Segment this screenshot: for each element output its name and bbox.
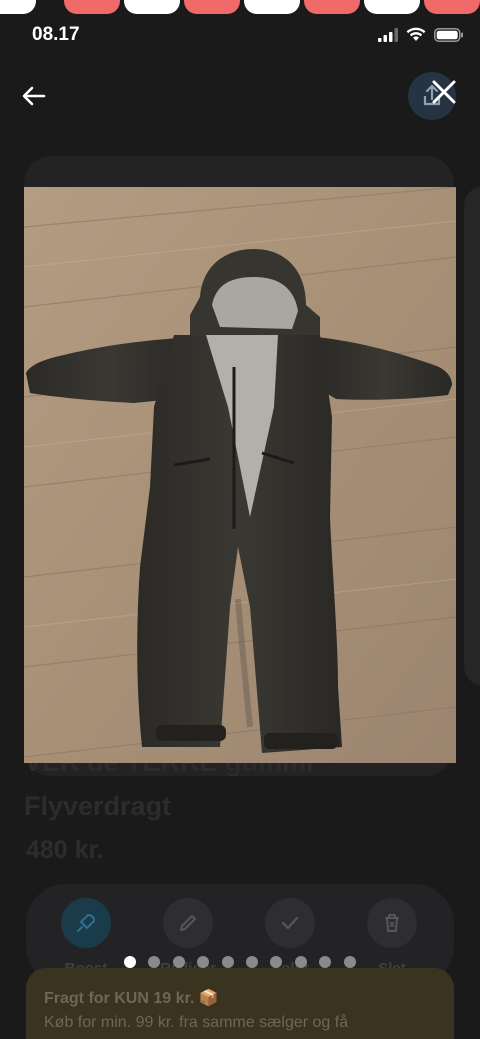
listing-title-line2: Flyverdragt xyxy=(24,791,172,821)
status-bar: 08.17 xyxy=(0,22,480,50)
gallery-page-dot[interactable] xyxy=(172,956,185,968)
next-card-peek xyxy=(464,186,480,686)
promo-body: Køb for min. 99 kr. fra samme sælger og … xyxy=(44,1014,349,1031)
snowsuit-image xyxy=(24,187,456,763)
story-indicator xyxy=(64,0,120,14)
battery-icon xyxy=(434,27,463,42)
cellular-signal-icon xyxy=(378,27,398,42)
edit-circle xyxy=(163,898,213,948)
product-photo[interactable] xyxy=(24,187,456,763)
check-icon xyxy=(281,916,299,930)
gallery-page-dot[interactable] xyxy=(343,956,356,968)
gallery-page-dot[interactable] xyxy=(221,956,234,968)
story-indicator xyxy=(304,0,360,14)
status-time: 08.17 xyxy=(32,24,80,45)
rocket-icon xyxy=(77,914,95,932)
status-icons xyxy=(378,27,464,42)
wifi-icon xyxy=(406,27,426,41)
delete-circle xyxy=(367,898,417,948)
story-indicator xyxy=(124,0,180,14)
gallery-page-dot[interactable] xyxy=(270,956,283,968)
story-indicator xyxy=(0,0,36,14)
gallery-page-dot[interactable] xyxy=(245,956,258,968)
story-indicator xyxy=(364,0,420,14)
gallery-page-dot[interactable] xyxy=(294,956,307,968)
gallery-page-dot[interactable] xyxy=(124,956,136,968)
sold-circle xyxy=(265,898,315,948)
listing-price: 480 kr. xyxy=(26,836,104,864)
shipping-promo-banner[interactable]: Fragt for KUN 19 kr. 📦 Køb for min. 99 k… xyxy=(26,968,454,1039)
close-button[interactable] xyxy=(426,74,462,110)
boost-button[interactable]: Boost xyxy=(56,898,116,977)
story-indicator xyxy=(244,0,300,14)
arrow-left-icon xyxy=(22,86,46,106)
close-icon xyxy=(432,80,456,104)
back-button[interactable] xyxy=(18,82,50,110)
story-indicator xyxy=(184,0,240,14)
gallery-pagination xyxy=(124,956,356,968)
gallery-page-dot[interactable] xyxy=(197,956,210,968)
pencil-icon xyxy=(180,915,196,931)
boost-circle xyxy=(61,898,111,948)
story-indicator xyxy=(424,0,480,14)
delete-button[interactable]: Slet xyxy=(362,898,422,977)
gallery-page-dot[interactable] xyxy=(319,956,332,968)
promo-headline: Fragt for KUN 19 kr. 📦 xyxy=(44,990,219,1007)
gallery-page-dot[interactable] xyxy=(148,956,161,968)
trash-icon xyxy=(385,914,399,932)
story-indicator-strip xyxy=(0,0,480,14)
